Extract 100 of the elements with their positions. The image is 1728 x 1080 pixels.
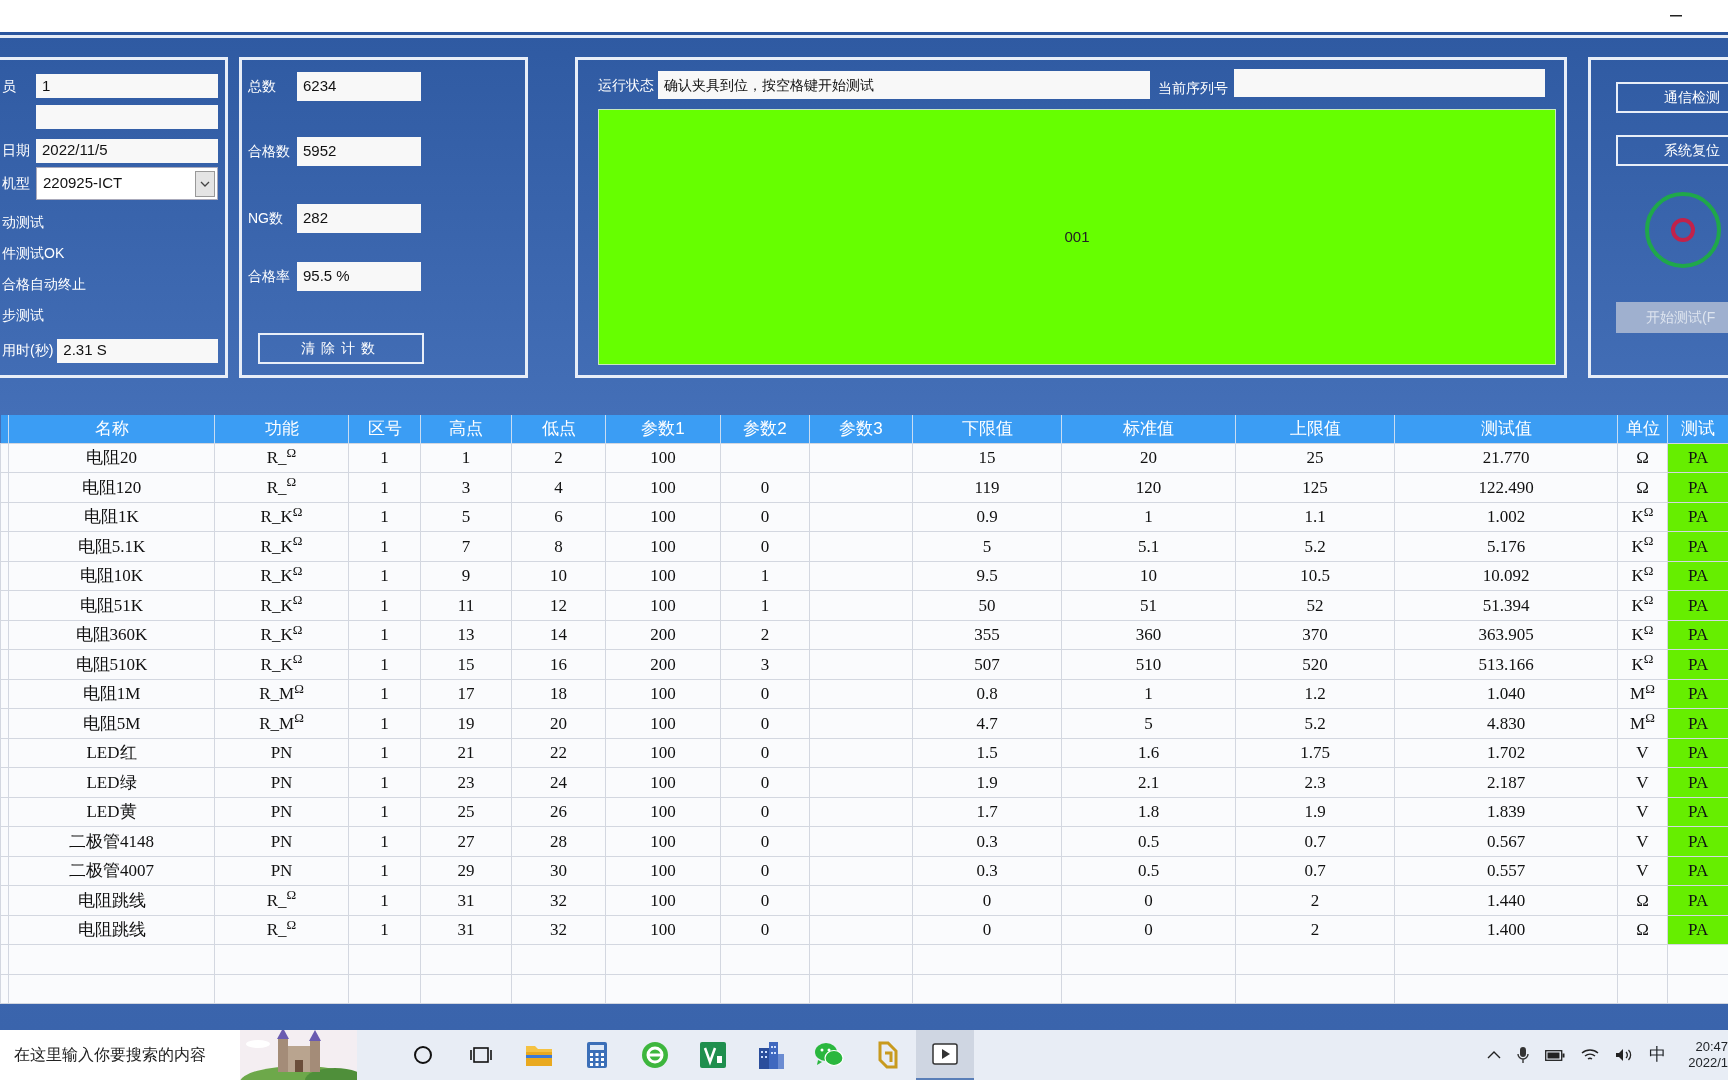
table-cell: 0 (720, 826, 810, 856)
table-cell: 1 (1061, 502, 1236, 532)
option-label[interactable]: 合格自动终止 (2, 274, 86, 295)
result-cell: PA (1667, 443, 1728, 473)
result-cell: PA (1667, 738, 1728, 768)
table-cell: 1 (720, 561, 810, 591)
table-cell: 1 (348, 561, 421, 591)
table-cell: R_K$^{Ω}$ (214, 502, 349, 532)
column-header[interactable]: 测试 (1667, 415, 1728, 443)
table-cell: 1 (348, 443, 421, 473)
table-cell: 100 (605, 590, 721, 620)
table-cell: LED黄 (8, 797, 215, 827)
table-cell: 19 (420, 708, 512, 738)
table-cell: 0.3 (912, 856, 1062, 886)
table-cell: 6 (511, 502, 606, 532)
wifi-icon[interactable] (1581, 1048, 1599, 1062)
table-cell: 1.6 (1061, 738, 1236, 768)
option-label[interactable]: 动测试 (2, 212, 44, 233)
control-button[interactable]: 系统复位 (1616, 135, 1728, 166)
minimize-icon[interactable] (1670, 15, 1682, 17)
circle-icon[interactable] (413, 1045, 433, 1065)
column-header[interactable]: 低点 (511, 415, 606, 443)
table-cell: 100 (605, 797, 721, 827)
column-header[interactable]: 单位 (1617, 415, 1668, 443)
table-cell: 电阻20 (8, 443, 215, 473)
input-field[interactable]: 2022/11/5 (36, 138, 218, 163)
column-header[interactable]: 区号 (348, 415, 421, 443)
column-header[interactable]: 参数3 (809, 415, 913, 443)
table-cell: 9.5 (912, 561, 1062, 591)
microphone-icon[interactable] (1517, 1046, 1529, 1064)
volume-icon[interactable] (1615, 1048, 1633, 1062)
table-cell: 27 (420, 826, 512, 856)
column-header[interactable]: 下限值 (912, 415, 1062, 443)
table-cell: PN (214, 856, 349, 886)
table-cell: 9 (420, 561, 512, 591)
table-cell: 1.400 (1394, 915, 1618, 945)
column-header[interactable]: 上限值 (1235, 415, 1395, 443)
run-status-field: 确认夹具到位，按空格键开始测试 (658, 71, 1150, 99)
column-header[interactable]: 测试值 (1394, 415, 1618, 443)
calculator-icon[interactable] (586, 1041, 608, 1069)
table-cell: 51 (1061, 590, 1236, 620)
table-cell: 11 (420, 590, 512, 620)
table-cell: 21.770 (1394, 443, 1618, 473)
column-header[interactable]: 参数2 (720, 415, 810, 443)
field-label: 合格率 (247, 267, 291, 286)
chat-bubbles-icon[interactable] (814, 1042, 844, 1068)
task-view-icon[interactable] (470, 1045, 492, 1065)
browser-icon[interactable] (641, 1041, 669, 1069)
app-tile-icon[interactable] (700, 1042, 726, 1068)
table-cell: 51.394 (1394, 590, 1618, 620)
field-label: 运行状态 (598, 75, 654, 95)
column-header[interactable]: 功能 (214, 415, 349, 443)
option-label[interactable]: 步测试 (2, 305, 44, 326)
column-header[interactable]: 名称 (8, 415, 215, 443)
table-cell: 0 (720, 915, 810, 945)
table-cell: 8 (511, 531, 606, 561)
table-cell: 0 (720, 708, 810, 738)
clock-time[interactable]: 20:47 (1695, 1039, 1728, 1055)
model-select[interactable]: 220925-ICT (36, 167, 218, 200)
building-icon[interactable] (756, 1040, 786, 1070)
battery-icon[interactable] (1545, 1049, 1565, 1061)
media-player-icon[interactable] (932, 1043, 958, 1065)
column-header[interactable]: 参数1 (605, 415, 721, 443)
result-cell: PA (1667, 590, 1728, 620)
table-cell: 52 (1235, 590, 1395, 620)
column-header[interactable]: 标准值 (1061, 415, 1236, 443)
input-field[interactable]: 1 (36, 74, 218, 98)
input-field[interactable] (36, 105, 218, 129)
table-cell: 100 (605, 502, 721, 532)
table-cell: 21 (420, 738, 512, 768)
table-cell: 22 (511, 738, 606, 768)
table-cell: 2.1 (1061, 767, 1236, 797)
table-cell: 520 (1235, 649, 1395, 679)
table-cell: 0 (720, 885, 810, 915)
clear-count-button[interactable]: 清除计数 (258, 333, 424, 364)
input-method-indicator[interactable]: 中 (1649, 1042, 1666, 1068)
table-cell: 17 (420, 679, 512, 709)
table-cell: 0 (720, 472, 810, 502)
search-field[interactable]: 在这里输入你要搜索的内容 (0, 1030, 357, 1080)
table-cell: 370 (1235, 620, 1395, 650)
table-cell: 1 (348, 620, 421, 650)
table-cell: 0.5 (1061, 856, 1236, 886)
table-cell: 0.7 (1235, 826, 1395, 856)
field-label: 用时(秒) (2, 341, 54, 360)
table-cell: 电阻5.1K (8, 531, 215, 561)
column-header[interactable]: 高点 (420, 415, 512, 443)
table-cell: 20 (1061, 443, 1236, 473)
control-button[interactable]: 通信检测 (1616, 82, 1728, 113)
table-cell: 3 (420, 472, 512, 502)
table-cell: 10.092 (1394, 561, 1618, 591)
option-label[interactable]: 件测试OK (2, 243, 65, 264)
table-cell: 0.5 (1061, 826, 1236, 856)
chevron-up-icon[interactable] (1487, 1051, 1501, 1059)
table-cell: R_M$^{Ω}$ (214, 708, 349, 738)
clock-date[interactable]: 2022/1 (1688, 1055, 1728, 1071)
table-cell: 电阻51K (8, 590, 215, 620)
folder-icon[interactable] (525, 1043, 553, 1067)
table-cell: 100 (605, 885, 721, 915)
table-cell: 50 (912, 590, 1062, 620)
table-cell: 2 (1235, 915, 1395, 945)
